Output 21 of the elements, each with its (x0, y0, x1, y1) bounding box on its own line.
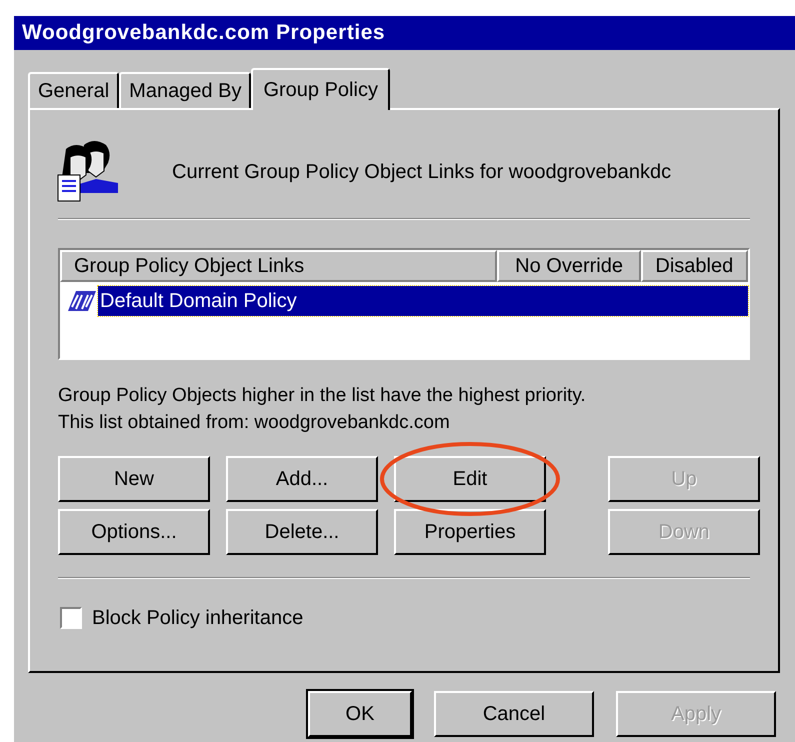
column-header[interactable]: No Override (497, 250, 641, 282)
list-row[interactable]: Default Domain Policy (98, 286, 748, 316)
button[interactable]: Delete... (226, 509, 378, 555)
info-text: Group Policy Objects higher in the list have the highest priority. (58, 384, 587, 408)
button[interactable]: Properties (394, 509, 546, 555)
column-header[interactable]: Disabled (640, 250, 748, 282)
button[interactable]: New (58, 456, 210, 502)
button[interactable]: Cancel (434, 691, 594, 737)
button[interactable]: Add... (226, 456, 378, 502)
info-text: This list obtained from: woodgrovebankdc.com (58, 411, 451, 435)
tab[interactable]: Group Policy (251, 68, 390, 110)
button[interactable]: Options... (58, 509, 210, 555)
header-text: Current Group Policy Object Links for woodgrovebankdc (172, 160, 672, 185)
tab[interactable]: Managed By (119, 72, 252, 108)
checkbox-label: Block Policy inheritance (92, 606, 304, 631)
button[interactable]: OK (308, 691, 412, 737)
column-header[interactable]: Group Policy Object Links (60, 250, 498, 282)
window-title: Woodgrovebankdc.com Properties (14, 16, 795, 50)
tab[interactable]: General (28, 72, 120, 108)
checkbox[interactable] (60, 607, 82, 629)
button[interactable]: Edit (394, 456, 546, 502)
